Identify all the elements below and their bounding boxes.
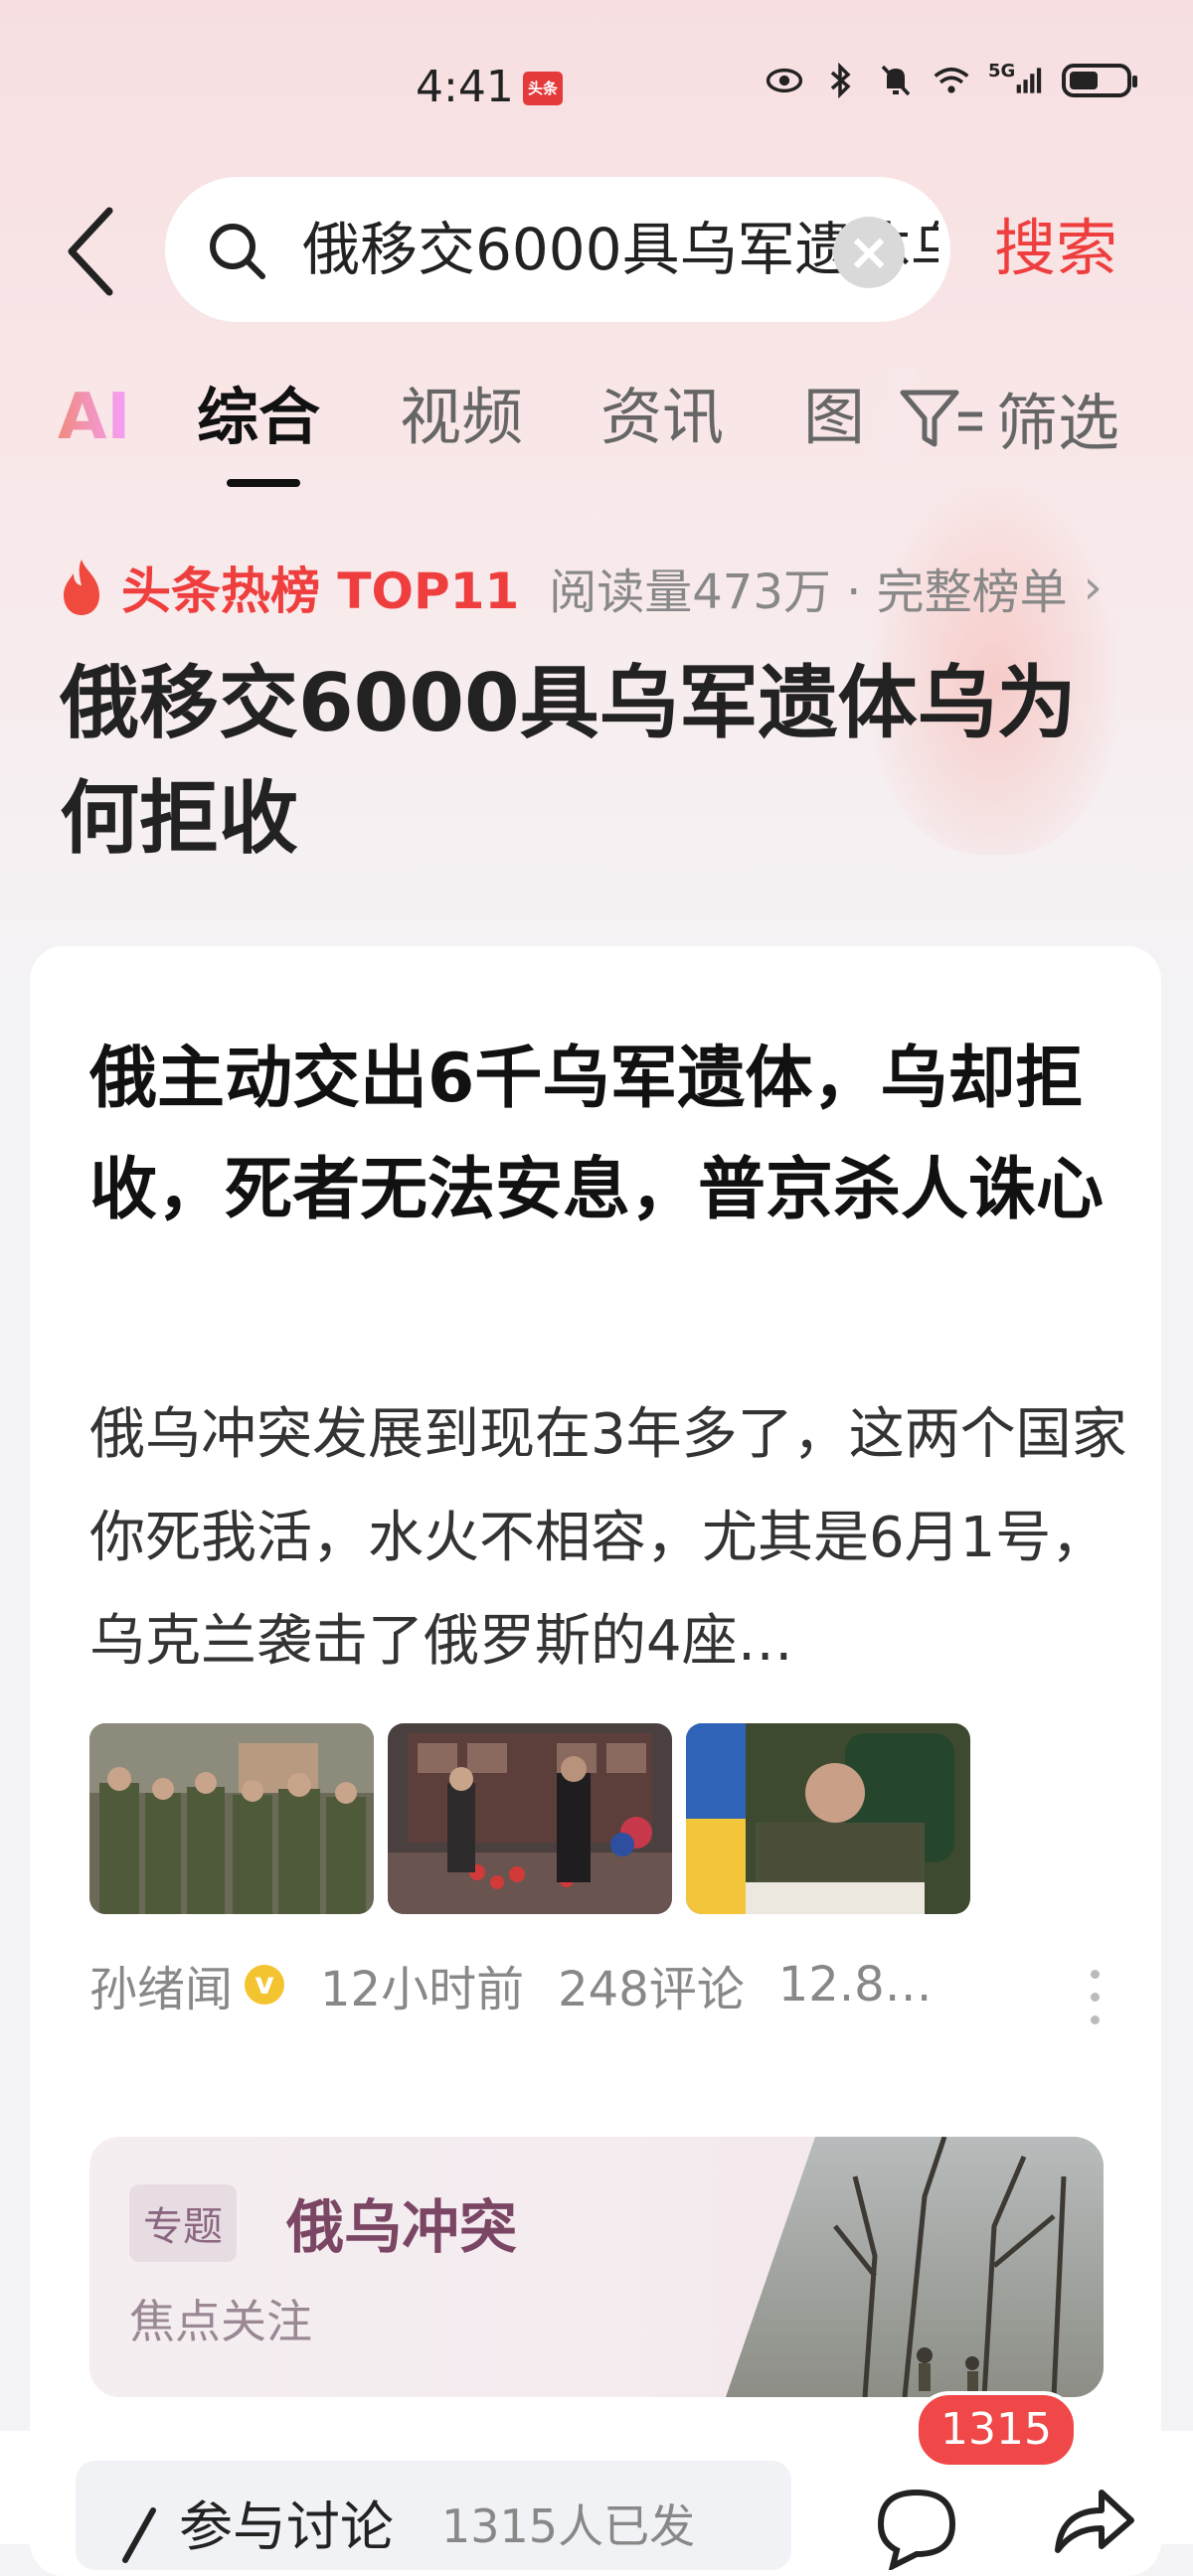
more-options-icon[interactable] bbox=[1088, 1970, 1102, 2029]
battery-icon bbox=[1062, 64, 1137, 97]
article-meta: 孙绪闻 v 12小时前 248评论 12.8… bbox=[89, 1950, 1123, 2019]
hot-topic-title[interactable]: 俄移交6000具乌军遗体乌为何拒收 bbox=[60, 646, 1143, 877]
discussion-count: 1315人已发 bbox=[441, 2499, 696, 2553]
thumbnail-speech[interactable] bbox=[686, 1723, 970, 1914]
author-name[interactable]: 孙绪闻 bbox=[89, 1950, 233, 2019]
status-time: 4:41 bbox=[416, 62, 514, 112]
article-card[interactable]: 俄主动交出6千乌军遗体，乌却拒收，死者无法安息，普京杀人诛心 俄乌冲突发展到现在… bbox=[30, 946, 1161, 2576]
status-icons: 5G bbox=[766, 60, 1137, 99]
comment-count-badge: 1315 bbox=[915, 2391, 1078, 2469]
filter-label: 筛选 bbox=[996, 387, 1120, 459]
active-tab-indicator bbox=[227, 479, 300, 487]
article-summary: 俄乌冲突发展到现在3年多了，这两个国家你死我活，水火不相容，尤其是6月1号，乌克… bbox=[89, 1402, 1127, 1674]
verified-icon: v bbox=[245, 1965, 285, 2005]
tab-comprehensive[interactable]: 综合 bbox=[197, 368, 320, 467]
bluetooth-icon bbox=[821, 62, 859, 99]
tab-video[interactable]: 视频 bbox=[400, 368, 523, 467]
filter-icon bbox=[900, 390, 982, 447]
search-box[interactable]: 俄移交6000具乌军遗体乌为何拒收 × bbox=[165, 177, 950, 322]
tab-news[interactable]: 资讯 bbox=[600, 368, 724, 467]
article-thumbnails[interactable] bbox=[89, 1723, 970, 1914]
wifi-icon bbox=[933, 62, 970, 99]
signal-icon: 5G bbox=[988, 60, 1044, 99]
search-button[interactable]: 搜索 bbox=[994, 199, 1117, 298]
topic-tag: 专题 bbox=[129, 2184, 237, 2262]
discussion-label: 参与讨论 bbox=[179, 2496, 394, 2558]
pen-icon bbox=[122, 2507, 156, 2563]
topic-name: 俄乌冲突 bbox=[286, 2193, 518, 2261]
tab-bar: AI 综合 视频 资讯 图 筛选 bbox=[0, 368, 1193, 487]
thumbnail-soldiers[interactable] bbox=[89, 1723, 374, 1914]
bottom-bar: 参与讨论 1315人已发 1315 bbox=[0, 2391, 1193, 2570]
thumbnail-memorial[interactable] bbox=[388, 1723, 672, 1914]
comment-icon[interactable] bbox=[867, 2481, 976, 2570]
hot-list-label: 头条热榜 TOP11 bbox=[121, 563, 520, 620]
topic-image bbox=[726, 2137, 1104, 2397]
clear-search-button[interactable]: × bbox=[833, 217, 905, 288]
mute-icon bbox=[877, 62, 915, 99]
flame-icon bbox=[64, 560, 99, 615]
network-type: 5G bbox=[988, 60, 1016, 81]
chevron-right-icon: › bbox=[1083, 560, 1103, 615]
chevron-left-icon bbox=[68, 207, 113, 296]
topic-subtitle: 焦点关注 bbox=[129, 2295, 312, 2348]
article-title[interactable]: 俄主动交出6千乌军遗体，乌却拒收，死者无法安息，普京杀人诛心 bbox=[89, 1024, 1123, 1246]
read-count: 12.8… bbox=[777, 1957, 933, 2012]
hot-list-row[interactable]: 头条热榜 TOP11 阅读量473万 · 完整榜单 › bbox=[56, 543, 1103, 632]
discussion-input[interactable]: 参与讨论 1315人已发 bbox=[76, 2461, 791, 2570]
toutiao-badge-icon: 头条 bbox=[523, 72, 563, 105]
eye-icon bbox=[766, 62, 803, 99]
comment-count: 248评论 bbox=[558, 1962, 745, 2017]
back-button[interactable] bbox=[52, 197, 131, 306]
share-icon[interactable] bbox=[1048, 2481, 1137, 2560]
topic-card[interactable]: 专题 俄乌冲突 焦点关注 bbox=[89, 2137, 1104, 2397]
tab-ai[interactable]: AI bbox=[58, 368, 130, 467]
hot-list-meta: 阅读量473万 · 完整榜单 bbox=[549, 564, 1068, 620]
search-icon bbox=[210, 224, 265, 279]
filter-button[interactable]: 筛选 bbox=[897, 368, 1119, 467]
publish-time: 12小时前 bbox=[320, 1962, 525, 2017]
status-bar: 4:41 头条 5G bbox=[0, 0, 1193, 169]
